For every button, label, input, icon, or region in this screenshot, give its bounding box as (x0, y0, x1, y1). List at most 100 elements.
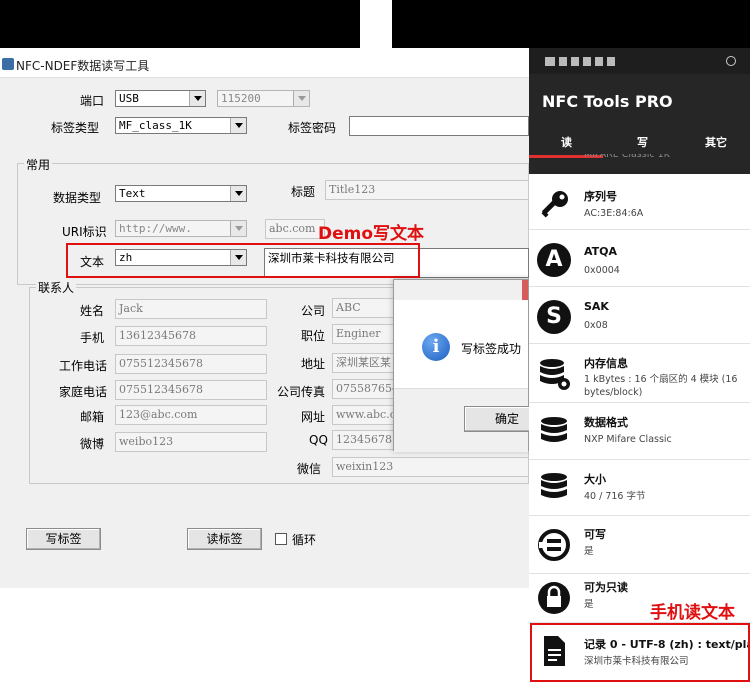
dialog-message: 写标签成功 (461, 342, 522, 356)
work-phone-input[interactable]: 075512345678 (115, 354, 267, 374)
tag-password-input[interactable] (349, 116, 529, 136)
qq-input[interactable]: 12345678 (332, 430, 394, 450)
tab-other[interactable]: 其它 (705, 134, 727, 150)
tag-type-label: 标签类型 (51, 121, 100, 135)
item-title: ATQA (584, 245, 618, 258)
database-icon (541, 417, 567, 442)
window-titlebar: NFC-NDEF数据读写工具 (0, 52, 529, 78)
fax-label: 公司传真 (277, 385, 326, 399)
list-item-atqa[interactable]: A ATQA 0x0004 (529, 231, 750, 287)
chevron-down-icon[interactable] (189, 91, 205, 106)
heading-label: 标题 (291, 185, 316, 199)
phone-read-annotation: 手机读文本 (650, 603, 735, 623)
list-item-serial[interactable]: 序列号 AC:3E:84:6A (529, 174, 750, 230)
list-item-writable[interactable]: 可写 是 (529, 517, 750, 574)
data-type-label: 数据类型 (53, 191, 102, 205)
work-phone-label: 工作电话 (59, 359, 108, 373)
company-label: 公司 (301, 304, 326, 318)
heading-input[interactable]: Title123 (325, 180, 529, 200)
uri-prefix-select[interactable]: http://www. (115, 220, 247, 237)
item-sub: 是 (584, 599, 594, 610)
letter-s-icon: S (537, 300, 571, 334)
name-label: 姓名 (80, 304, 105, 318)
app-title: NFC Tools PRO (542, 92, 673, 111)
chevron-down-icon[interactable] (293, 91, 309, 106)
baud-select[interactable]: 115200 (217, 90, 310, 107)
data-type-select[interactable]: Text (115, 185, 247, 202)
website-label: 网址 (301, 410, 326, 424)
demo-write-annotation: Demo写文本 (318, 224, 425, 244)
tab-write[interactable]: 写 (637, 134, 648, 150)
uri-prefix-value: http://www. (119, 222, 192, 235)
database-icon (541, 473, 567, 498)
item-title: 序列号 (584, 190, 617, 203)
alarm-icon (726, 56, 736, 66)
website-input[interactable]: www.abc.co (332, 405, 394, 425)
email-input[interactable]: 123@abc.com (115, 405, 267, 425)
item-sub: 1 kBytes : 16 个扇区的 4 模块 (16 bytes/block) (584, 374, 738, 398)
home-phone-label: 家庭电话 (59, 385, 108, 399)
app-header: NFC Tools PRO 读 写 其它 (529, 74, 750, 186)
list-item-size[interactable]: 大小 40 / 716 字节 (529, 461, 750, 516)
success-dialog: i 写标签成功 确定 (393, 279, 550, 452)
demo-highlight-box (66, 243, 420, 278)
loop-checkbox[interactable] (275, 533, 287, 545)
item-sub: 0x0004 (584, 265, 620, 276)
position-input[interactable]: Enginer (332, 324, 394, 344)
tag-type-select[interactable]: MF_class_1K (115, 117, 247, 134)
item-sub: NXP Mifare Classic (584, 434, 672, 445)
fax-input[interactable]: 07558765432 (332, 379, 394, 399)
uri-input[interactable]: abc.com (265, 219, 325, 239)
item-sub: 40 / 716 字节 (584, 491, 646, 502)
item-title: 内存信息 (584, 357, 628, 370)
company-input[interactable]: ABC (332, 298, 394, 318)
status-icons (545, 57, 625, 66)
tag-type-value: MF_class_1K (119, 119, 192, 132)
chevron-down-icon[interactable] (230, 118, 246, 133)
baud-value: 115200 (221, 92, 261, 105)
dialog-titlebar (394, 280, 528, 300)
port-label: 端口 (80, 94, 105, 108)
name-input[interactable]: Jack (115, 299, 267, 319)
app-icon (2, 58, 14, 70)
read-tag-button[interactable]: 读标签 (187, 528, 262, 550)
item-sub: AC:3E:84:6A (584, 208, 644, 219)
wechat-input[interactable]: weixin123 (332, 457, 529, 477)
redaction-bar-right (392, 0, 750, 48)
item-sub: 0x08 (584, 320, 608, 331)
rewrite-icon (538, 529, 570, 561)
common-group-label: 常用 (24, 156, 53, 173)
address-input[interactable]: 深圳某区某 (332, 353, 394, 373)
list-item-memory[interactable]: 内存信息 1 kBytes : 16 个扇区的 4 模块 (16 bytes/b… (529, 345, 750, 403)
home-phone-input[interactable]: 075512345678 (115, 380, 267, 400)
list-item-format[interactable]: 数据格式 NXP Mifare Classic (529, 404, 750, 460)
mobile-input[interactable]: 13612345678 (115, 326, 267, 346)
weibo-input[interactable]: weibo123 (115, 432, 267, 452)
status-bar (529, 48, 750, 74)
letter-a-icon: A (537, 243, 571, 277)
item-title: 可为只读 (584, 581, 628, 594)
chevron-down-icon[interactable] (230, 221, 246, 236)
address-label: 地址 (301, 357, 326, 371)
contact-group-label: 联系人 (36, 279, 77, 296)
key-icon (541, 191, 568, 218)
wechat-label: 微信 (297, 462, 322, 476)
port-select[interactable]: USB (115, 90, 206, 107)
weibo-label: 微博 (80, 437, 105, 451)
loop-label: 循环 (292, 533, 317, 547)
email-label: 邮箱 (80, 410, 105, 424)
list-item-sak[interactable]: S SAK 0x08 (529, 288, 750, 344)
phone-screen: NFC Tools PRO 读 写 其它 MIFARE Classic 1K 序… (529, 48, 750, 686)
item-title: 可写 (584, 528, 606, 541)
tab-read[interactable]: 读 (561, 134, 572, 150)
close-icon[interactable] (522, 280, 528, 300)
database-icon (540, 359, 570, 390)
chevron-down-icon[interactable] (230, 186, 246, 201)
write-tag-button[interactable]: 写标签 (26, 528, 101, 550)
dialog-footer: 确定 (394, 388, 550, 452)
qq-label: QQ (309, 433, 328, 447)
partial-top-text: MIFARE Classic 1K (584, 154, 670, 160)
redaction-bar-left (0, 0, 360, 48)
item-sub: 是 (584, 546, 594, 557)
position-label: 职位 (301, 329, 326, 343)
